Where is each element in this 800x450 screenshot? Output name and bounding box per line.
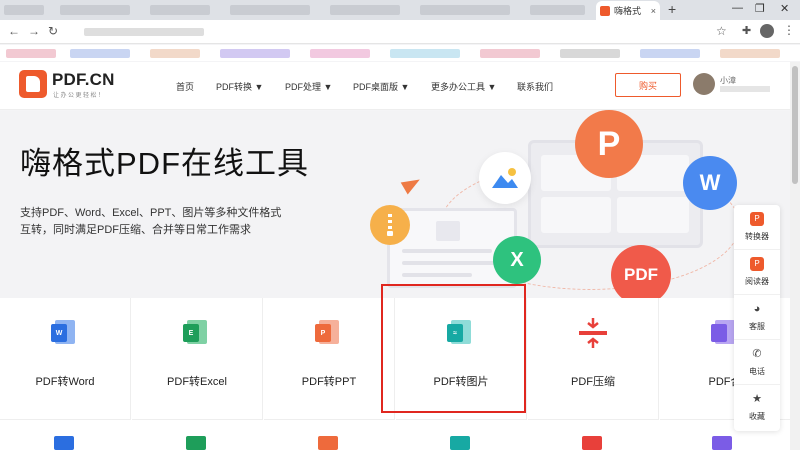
nav-home[interactable]: 首页 — [176, 80, 194, 93]
hero-desc-line: 互转，同时满足PDF压缩、合并等日常工作需求 — [20, 224, 251, 236]
blurred-tab — [330, 5, 400, 15]
active-tab[interactable]: 嗨格式 × — [596, 1, 660, 20]
hero-description: 支持PDF、Word、Excel、PPT、图片等多种文件格式 互转，同时满足PD… — [20, 205, 320, 239]
site-header: PDF.CN 让办公更轻松！ 首页 PDF转换 ▼ PDF处理 ▼ PDF桌面版… — [0, 62, 790, 110]
float-converter[interactable]: P 转换器 — [734, 205, 780, 250]
page-title: 嗨格式PDF在线工具 — [20, 146, 309, 181]
floating-side-panel: P 转换器 P 阅读器 ◕ 客服 ✆ 电话 ★ 收藏 — [734, 205, 780, 431]
tab-title: 嗨格式 — [614, 6, 642, 16]
ppt-icon: P — [315, 320, 339, 344]
nav-pdf-process[interactable]: PDF处理 ▼ — [285, 80, 332, 93]
logo-slogan: 让办公更轻松！ — [53, 93, 106, 99]
float-support[interactable]: ◕ 客服 — [734, 295, 780, 340]
row2-icon — [450, 436, 470, 450]
tool-card-pdf-compress[interactable]: PDF压缩 — [528, 298, 659, 420]
user-name[interactable]: 小漳 — [720, 75, 736, 86]
profile-icon[interactable] — [760, 24, 774, 38]
menu-icon[interactable]: ⋮ — [783, 23, 795, 37]
float-phone[interactable]: ✆ 电话 — [734, 340, 780, 385]
reload-icon[interactable]: ↻ — [48, 24, 58, 38]
blurred-tab — [150, 5, 210, 15]
word-icon: W — [51, 320, 75, 344]
tool-card-pdf-to-ppt[interactable]: P PDF转PPT — [264, 298, 395, 420]
nav-contact[interactable]: 联系我们 — [517, 80, 553, 93]
blurred-tab — [530, 5, 585, 15]
reader-icon: P — [750, 257, 764, 271]
phone-icon: ✆ — [752, 348, 762, 360]
forward-icon[interactable]: → — [28, 24, 40, 38]
favorite-icon: ★ — [752, 393, 762, 405]
converter-icon: P — [750, 212, 764, 226]
avatar[interactable] — [693, 73, 715, 95]
row2-icon — [186, 436, 206, 450]
tool-label: PDF转PPT — [301, 376, 357, 388]
pdf-logo-icon[interactable] — [19, 70, 47, 98]
float-label: 转换器 — [745, 232, 769, 241]
browser-toolbar: ← → ↻ ☆ ✚ ⋮ — [0, 20, 800, 44]
address-bar[interactable] — [68, 23, 738, 41]
hero-desc-line: 支持PDF、Word、Excel、PPT、图片等多种文件格式 — [20, 207, 282, 219]
excel-bubble-icon: X — [493, 236, 541, 284]
buy-button[interactable]: 购买 — [615, 73, 681, 97]
float-label: 客服 — [749, 322, 765, 331]
row2-icon — [318, 436, 338, 450]
pdf-bubble-icon: PDF — [611, 245, 671, 305]
tool-card-pdf-to-excel[interactable]: E PDF转Excel — [132, 298, 263, 420]
zip-bubble-icon — [370, 205, 410, 245]
merge-icon — [711, 320, 735, 344]
close-window-button[interactable]: ✕ — [780, 2, 789, 15]
blurred-tab — [60, 5, 130, 15]
excel-icon: E — [183, 320, 207, 344]
tool-card-pdf-to-word[interactable]: W PDF转Word — [0, 298, 131, 420]
tool-label: PDF压缩 — [571, 376, 615, 388]
support-icon: ◕ — [753, 303, 761, 315]
nav-more-tools[interactable]: 更多办公工具 ▼ — [431, 80, 496, 93]
compress-icon — [579, 318, 607, 348]
nav-pdf-desktop[interactable]: PDF桌面版 ▼ — [353, 80, 409, 93]
minimize-button[interactable]: — — [732, 2, 743, 14]
new-tab-button[interactable]: + — [668, 1, 676, 17]
row2-icon — [54, 436, 74, 450]
row2-icon — [582, 436, 602, 450]
star-icon[interactable]: ☆ — [716, 24, 727, 38]
word-bubble-icon: W — [683, 156, 737, 210]
float-reader[interactable]: P 阅读器 — [734, 250, 780, 295]
scrollbar-thumb[interactable] — [792, 66, 798, 184]
bookmarks-bar — [0, 45, 800, 61]
float-favorite[interactable]: ★ 收藏 — [734, 385, 780, 430]
float-label: 阅读器 — [745, 277, 769, 286]
nav-pdf-convert[interactable]: PDF转换 ▼ — [216, 80, 263, 93]
maximize-button[interactable]: ❐ — [755, 2, 765, 15]
back-icon[interactable]: ← — [8, 24, 20, 38]
float-label: 电话 — [749, 367, 765, 376]
extension-icon[interactable]: ✚ — [742, 24, 751, 37]
float-label: 收藏 — [749, 412, 765, 421]
pdf-favicon-icon — [600, 5, 610, 16]
browser-tab-bar: 嗨格式 × + — ❐ ✕ — [0, 0, 800, 20]
image-bubble-icon — [479, 152, 531, 204]
tab-close-icon[interactable]: × — [651, 6, 656, 16]
logo-text[interactable]: PDF.CN — [52, 70, 115, 90]
blurred-tab — [4, 5, 44, 15]
tool-label: PDF转Excel — [167, 376, 227, 388]
ppt-bubble-icon: P — [575, 110, 643, 178]
blurred-tab — [420, 5, 510, 15]
selection-highlight — [381, 284, 526, 413]
blurred-tab — [230, 5, 310, 15]
tool-label: PDF转Word — [35, 376, 95, 388]
row2-icon — [712, 436, 732, 450]
